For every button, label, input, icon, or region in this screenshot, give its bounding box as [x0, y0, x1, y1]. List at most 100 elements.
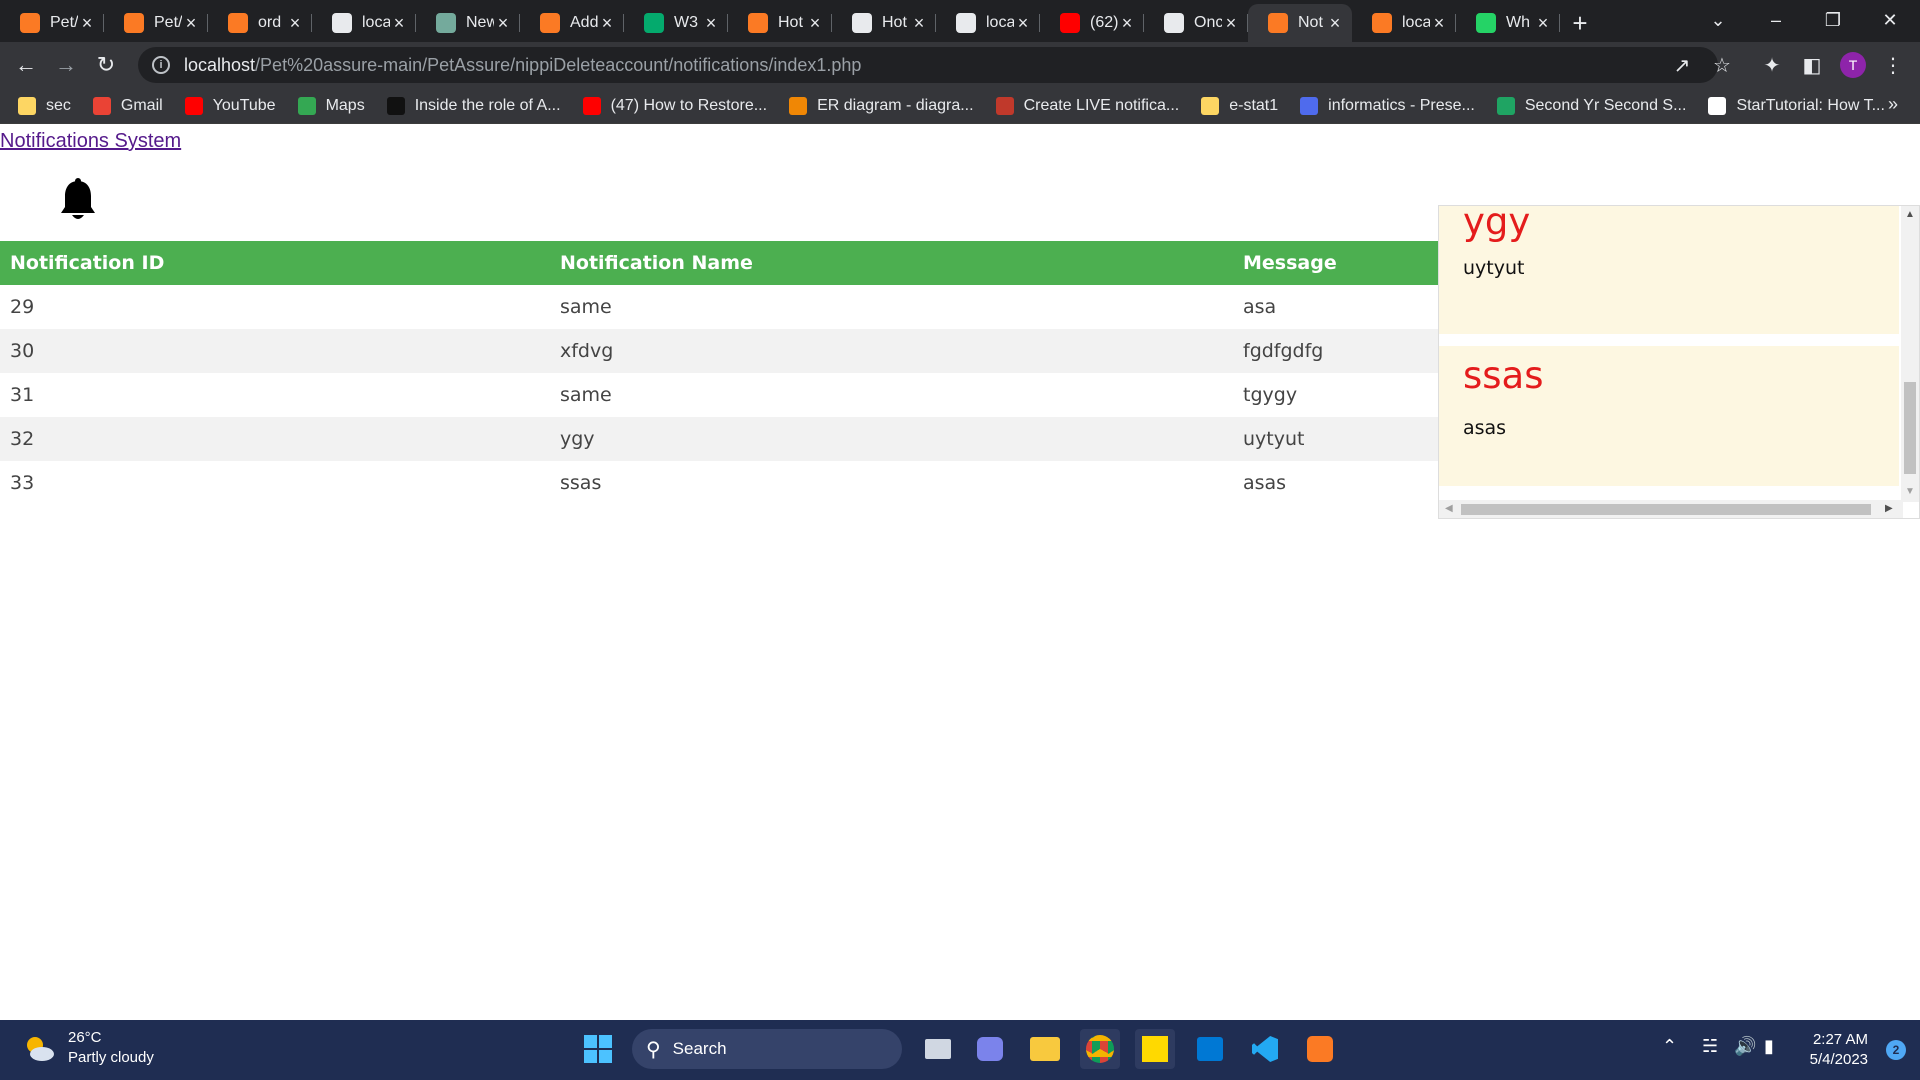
file-explorer-icon[interactable]: [1025, 1029, 1065, 1069]
notification-count-badge[interactable]: 2: [1886, 1040, 1906, 1060]
close-tab-icon[interactable]: ×: [1222, 13, 1240, 34]
close-tab-icon[interactable]: ×: [1014, 13, 1032, 34]
browser-tab[interactable]: Wh ×: [1456, 4, 1560, 42]
close-window-button[interactable]: ✕: [1862, 0, 1918, 40]
vertical-scrollbar[interactable]: ▲ ▼: [1901, 206, 1919, 502]
browser-tab[interactable]: Hot ×: [728, 4, 832, 42]
notifications-system-link[interactable]: Notifications System: [0, 130, 181, 153]
side-panel-icon[interactable]: ◧: [1792, 42, 1832, 88]
close-tab-icon[interactable]: ×: [78, 13, 96, 34]
notification-card[interactable]: ygy uytyut: [1439, 206, 1899, 334]
tab-separator: [1559, 14, 1560, 32]
browser-tab[interactable]: Onc ×: [1144, 4, 1248, 42]
browser-tab[interactable]: W3 ×: [624, 4, 728, 42]
browser-tab[interactable]: (62) ×: [1040, 4, 1144, 42]
close-tab-icon[interactable]: ×: [286, 13, 304, 34]
browser-tab-label: Wh: [1506, 14, 1530, 31]
bookmark-item[interactable]: e-stat1: [1201, 96, 1278, 115]
browser-tab[interactable]: ord ×: [208, 4, 312, 42]
back-button[interactable]: ←: [6, 45, 46, 85]
bookmark-icon: [184, 96, 203, 115]
close-tab-icon[interactable]: ×: [910, 13, 928, 34]
browser-tab[interactable]: Not ×: [1248, 4, 1352, 42]
bookmark-star-icon[interactable]: ☆: [1702, 42, 1742, 88]
page-content: Notifications System Notification ID Not…: [0, 125, 1920, 1020]
scroll-left-icon[interactable]: ◀: [1445, 503, 1453, 514]
reload-button[interactable]: ↻: [86, 45, 126, 85]
tab-search-icon[interactable]: ⌄: [1690, 0, 1746, 40]
restore-button[interactable]: ❐: [1805, 0, 1861, 40]
notification-card[interactable]: ssas asas: [1439, 346, 1899, 486]
bookmark-item[interactable]: (47) How to Restore...: [582, 96, 767, 115]
volume-icon[interactable]: 🔊: [1734, 1036, 1756, 1057]
close-tab-icon[interactable]: ×: [1118, 13, 1136, 34]
close-tab-icon[interactable]: ×: [182, 13, 200, 34]
more-bookmarks-icon[interactable]: »: [1888, 94, 1898, 115]
horizontal-scrollbar[interactable]: ◀ ▶: [1439, 500, 1903, 518]
scroll-up-icon[interactable]: ▲: [1905, 209, 1915, 220]
bookmark-item[interactable]: ER diagram - diagra...: [789, 96, 974, 115]
minimize-button[interactable]: –: [1748, 0, 1804, 40]
browser-tab[interactable]: Add ×: [520, 4, 624, 42]
bookmark-item[interactable]: sec: [18, 96, 71, 115]
browser-tab[interactable]: Hot ×: [832, 4, 936, 42]
cell-name: same: [560, 296, 612, 318]
bookmark-item[interactable]: Second Yr Second S...: [1496, 96, 1686, 115]
vertical-scroll-thumb[interactable]: [1904, 382, 1916, 474]
cell-name: ssas: [560, 472, 602, 494]
bookmark-icon: [297, 96, 316, 115]
weather-temperature: 26°C: [68, 1029, 102, 1046]
bookmark-item[interactable]: StarTutorial: How T...: [1708, 96, 1885, 115]
profile-button[interactable]: T: [1833, 42, 1873, 88]
task-view-icon[interactable]: [918, 1029, 958, 1069]
browser-tab-label: Add: [570, 14, 598, 31]
scroll-right-icon[interactable]: ▶: [1885, 503, 1893, 514]
scroll-down-icon[interactable]: ▼: [1905, 486, 1915, 497]
close-tab-icon[interactable]: ×: [494, 13, 512, 34]
close-tab-icon[interactable]: ×: [1534, 13, 1552, 34]
bookmark-item[interactable]: YouTube: [184, 96, 276, 115]
notification-dropdown-panel[interactable]: ygy uytyut ssas asas ▲ ▼ ◀ ▶: [1438, 205, 1920, 519]
site-info-icon[interactable]: i: [152, 56, 170, 74]
start-button[interactable]: [578, 1029, 618, 1069]
new-tab-button[interactable]: +: [1560, 4, 1600, 42]
bookmark-label: sec: [46, 96, 71, 114]
microsoft-store-icon[interactable]: [1190, 1029, 1230, 1069]
share-icon[interactable]: ↗: [1662, 42, 1702, 88]
browser-tab[interactable]: loca ×: [1352, 4, 1456, 42]
close-tab-icon[interactable]: ×: [1430, 13, 1448, 34]
battery-icon[interactable]: ▮: [1764, 1036, 1774, 1057]
close-tab-icon[interactable]: ×: [390, 13, 408, 34]
bookmark-item[interactable]: informatics - Prese...: [1300, 96, 1475, 115]
close-tab-icon[interactable]: ×: [806, 13, 824, 34]
browser-tab-label: Not: [1298, 14, 1323, 31]
close-tab-icon[interactable]: ×: [702, 13, 720, 34]
menu-icon[interactable]: ⋮: [1873, 42, 1913, 88]
sticky-notes-icon[interactable]: [1135, 1029, 1175, 1069]
browser-tab[interactable]: loca ×: [312, 4, 416, 42]
address-bar[interactable]: i localhost/Pet%20assure-main/PetAssure/…: [138, 47, 1718, 83]
forward-button[interactable]: →: [46, 45, 86, 85]
bookmark-item[interactable]: Create LIVE notifica...: [995, 96, 1179, 115]
clock[interactable]: 2:27 AM 5/4/2023: [1810, 1030, 1868, 1070]
xampp-icon[interactable]: [1300, 1029, 1340, 1069]
wifi-icon[interactable]: ☵: [1702, 1036, 1718, 1057]
bell-icon[interactable]: [58, 177, 98, 223]
teams-chat-icon[interactable]: [970, 1029, 1010, 1069]
vscode-icon[interactable]: [1245, 1029, 1285, 1069]
horizontal-scroll-thumb[interactable]: [1461, 504, 1871, 515]
show-hidden-icons[interactable]: ⌃: [1662, 1036, 1677, 1057]
close-tab-icon[interactable]: ×: [598, 13, 616, 34]
bookmark-item[interactable]: Maps: [297, 96, 365, 115]
weather-widget[interactable]: 26°C Partly cloudy: [22, 1028, 154, 1068]
chrome-icon[interactable]: [1080, 1029, 1120, 1069]
close-tab-icon[interactable]: ×: [1326, 13, 1344, 34]
browser-tab[interactable]: Pet/×: [0, 4, 104, 42]
bookmark-item[interactable]: Inside the role of A...: [386, 96, 561, 115]
taskbar-search[interactable]: ⚲ Search: [632, 1029, 902, 1069]
bookmark-item[interactable]: Gmail: [92, 96, 163, 115]
extensions-icon[interactable]: ✦: [1752, 42, 1792, 88]
browser-tab[interactable]: New ×: [416, 4, 520, 42]
browser-tab[interactable]: Pet/×: [104, 4, 208, 42]
browser-tab[interactable]: loca ×: [936, 4, 1040, 42]
